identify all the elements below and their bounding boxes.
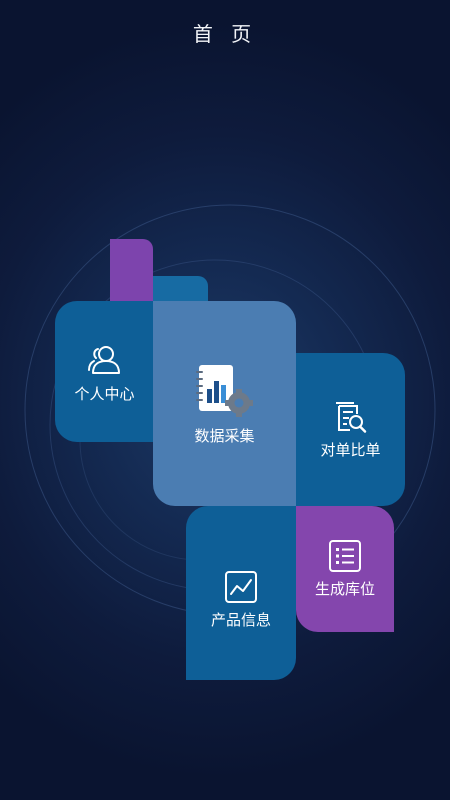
personal-center-tile[interactable]: 个人中心	[55, 301, 154, 442]
product-info-tile[interactable]: 产品信息	[186, 506, 296, 680]
product-info-label: 产品信息	[210, 611, 271, 629]
decorative-blue-block	[153, 276, 208, 301]
order-compare-label: 对单比单	[320, 441, 381, 459]
decorative-purple-block	[110, 239, 153, 301]
personal-center-label: 个人中心	[74, 385, 135, 403]
data-collection-label: 数据采集	[194, 427, 255, 445]
document-search-icon	[333, 400, 367, 438]
generate-location-tile[interactable]: 生成库位	[296, 506, 394, 632]
line-chart-icon	[224, 570, 258, 608]
list-icon	[328, 539, 362, 577]
generate-location-label: 生成库位	[314, 580, 375, 598]
data-collection-tile[interactable]: 数据采集	[153, 301, 296, 506]
order-compare-tile[interactable]: 对单比单	[296, 353, 405, 506]
report-gear-icon	[195, 363, 255, 423]
person-icon	[88, 345, 122, 379]
